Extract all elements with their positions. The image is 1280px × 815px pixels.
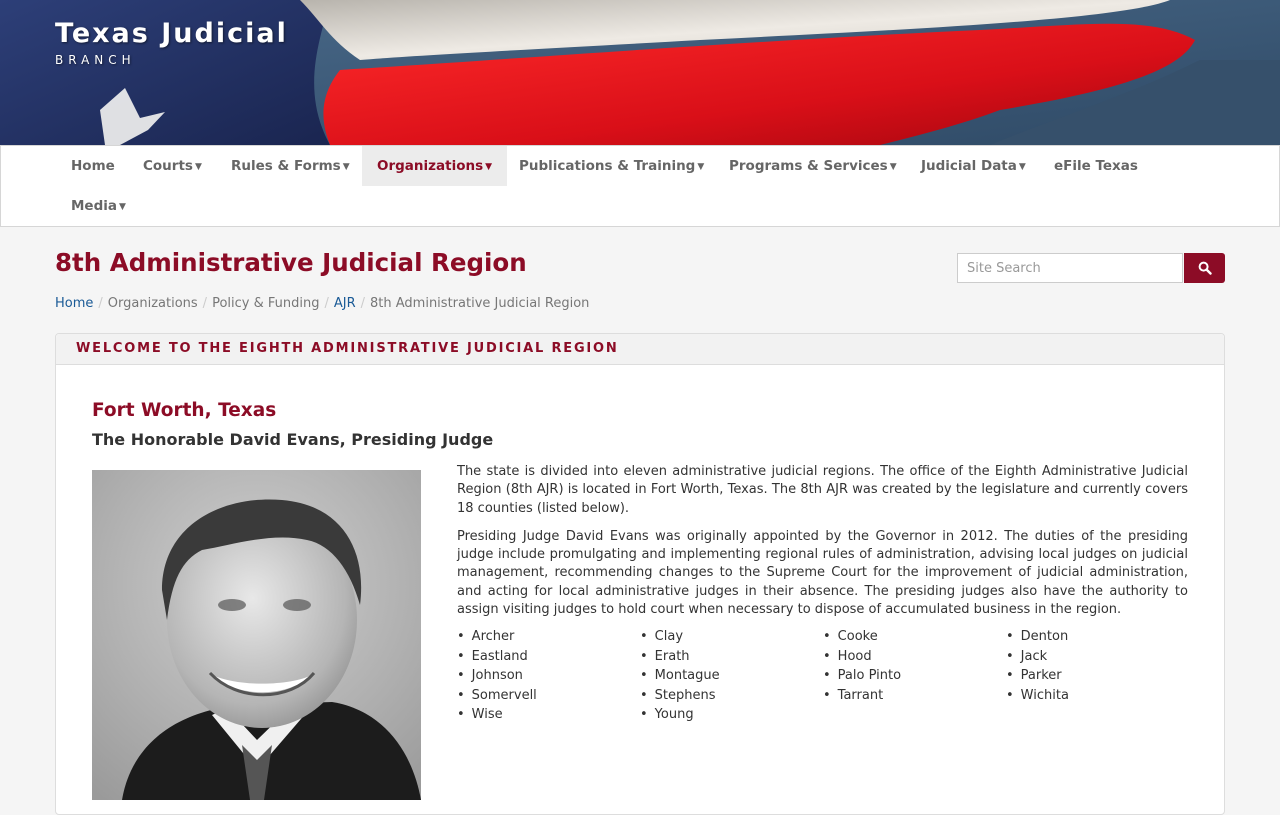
breadcrumb-separator: / xyxy=(202,296,208,311)
county-item: Somervell xyxy=(457,688,537,703)
nav-courts[interactable]: Courts ▼ xyxy=(128,146,217,186)
nav-publications-training-label: Publications & Training xyxy=(519,158,696,174)
breadcrumb-policy-funding: Policy & Funding xyxy=(212,296,320,311)
nav-organizations-label: Organizations xyxy=(377,158,484,174)
nav-judicial-data-label: Judicial Data xyxy=(921,158,1017,174)
nav-media-label: Media xyxy=(71,198,117,214)
caret-down-icon: ▼ xyxy=(119,202,126,212)
search-icon xyxy=(1198,261,1212,275)
caret-down-icon: ▼ xyxy=(342,162,350,172)
county-item: Montague xyxy=(640,668,720,683)
site-search-input[interactable] xyxy=(957,253,1183,283)
caret-down-icon: ▼ xyxy=(889,162,897,172)
nav-efile-texas[interactable]: eFile Texas xyxy=(1039,146,1153,186)
nav-programs-services[interactable]: Programs & Services ▼ xyxy=(714,146,912,186)
breadcrumb: Home / Organizations / Policy & Funding / AJR /… xyxy=(55,296,589,311)
county-item: Jack xyxy=(1006,649,1047,664)
breadcrumb-current: 8th Administrative Judicial Region xyxy=(370,296,590,311)
county-item: Wichita xyxy=(1006,688,1069,703)
county-item: Archer xyxy=(457,629,515,644)
nav-organizations[interactable]: Organizations ▼ xyxy=(362,146,508,186)
welcome-panel: WELCOME TO THE EIGHTH ADMINISTRATIVE JUD… xyxy=(55,333,1225,815)
county-item: Johnson xyxy=(457,668,523,683)
panel-heading: WELCOME TO THE EIGHTH ADMINISTRATIVE JUD… xyxy=(56,334,1224,365)
judge-portrait-photo xyxy=(92,470,421,800)
nav-home-label: Home xyxy=(71,158,115,174)
caret-down-icon: ▼ xyxy=(1018,162,1026,172)
county-item: Clay xyxy=(640,629,683,644)
caret-down-icon: ▼ xyxy=(485,162,493,172)
nav-rules-forms[interactable]: Rules & Forms ▼ xyxy=(216,146,365,186)
nav-rules-forms-label: Rules & Forms xyxy=(231,158,341,174)
county-item: Erath xyxy=(640,649,690,664)
presiding-judge-name: The Honorable David Evans, Presiding Jud… xyxy=(92,430,494,449)
nav-efile-texas-label: eFile Texas xyxy=(1054,158,1138,174)
caret-down-icon: ▼ xyxy=(194,162,202,172)
county-item: Cooke xyxy=(823,629,878,644)
description-paragraph-2: Presiding Judge David Evans was original… xyxy=(457,528,1188,618)
main-navbar: Home Courts ▼ Rules & Forms ▼ Organization… xyxy=(0,145,1280,227)
county-item: Stephens xyxy=(640,688,716,703)
nav-home[interactable]: Home xyxy=(56,146,130,186)
caret-down-icon: ▼ xyxy=(697,162,705,172)
breadcrumb-separator: / xyxy=(324,296,329,311)
county-item: Palo Pinto xyxy=(823,668,901,683)
breadcrumb-separator: / xyxy=(360,296,366,311)
region-city: Fort Worth, Texas xyxy=(92,400,277,421)
brand-title[interactable]: Texas Judicial xyxy=(55,18,288,50)
brand[interactable]: Texas Judicial BRANCH xyxy=(55,18,288,67)
nav-programs-services-label: Programs & Services xyxy=(729,158,888,174)
header-banner: Texas Judicial BRANCH xyxy=(0,0,1280,145)
county-item: Wise xyxy=(457,707,503,722)
nav-judicial-data[interactable]: Judicial Data ▼ xyxy=(906,146,1041,186)
breadcrumb-ajr[interactable]: AJR xyxy=(334,296,356,311)
page-title: 8th Administrative Judicial Region xyxy=(55,248,527,277)
breadcrumb-separator: / xyxy=(98,296,103,311)
county-item: Young xyxy=(640,707,694,722)
breadcrumb-organizations: Organizations xyxy=(107,296,198,311)
description-paragraph-1: The state is divided into eleven adminis… xyxy=(457,464,1188,516)
nav-courts-label: Courts xyxy=(143,158,193,174)
search-button[interactable] xyxy=(1184,253,1225,283)
county-item: Hood xyxy=(823,649,872,664)
breadcrumb-home[interactable]: Home xyxy=(55,296,93,311)
county-item: Eastland xyxy=(457,649,528,664)
region-description: The state is divided into eleven adminis… xyxy=(457,463,1188,629)
brand-subtitle: BRANCH xyxy=(55,53,136,67)
county-item: Parker xyxy=(1006,668,1062,683)
nav-media[interactable]: Media ▼ xyxy=(56,186,141,226)
county-item: Tarrant xyxy=(823,688,884,703)
county-item: Denton xyxy=(1006,629,1069,644)
nav-publications-training[interactable]: Publications & Training ▼ xyxy=(504,146,719,186)
